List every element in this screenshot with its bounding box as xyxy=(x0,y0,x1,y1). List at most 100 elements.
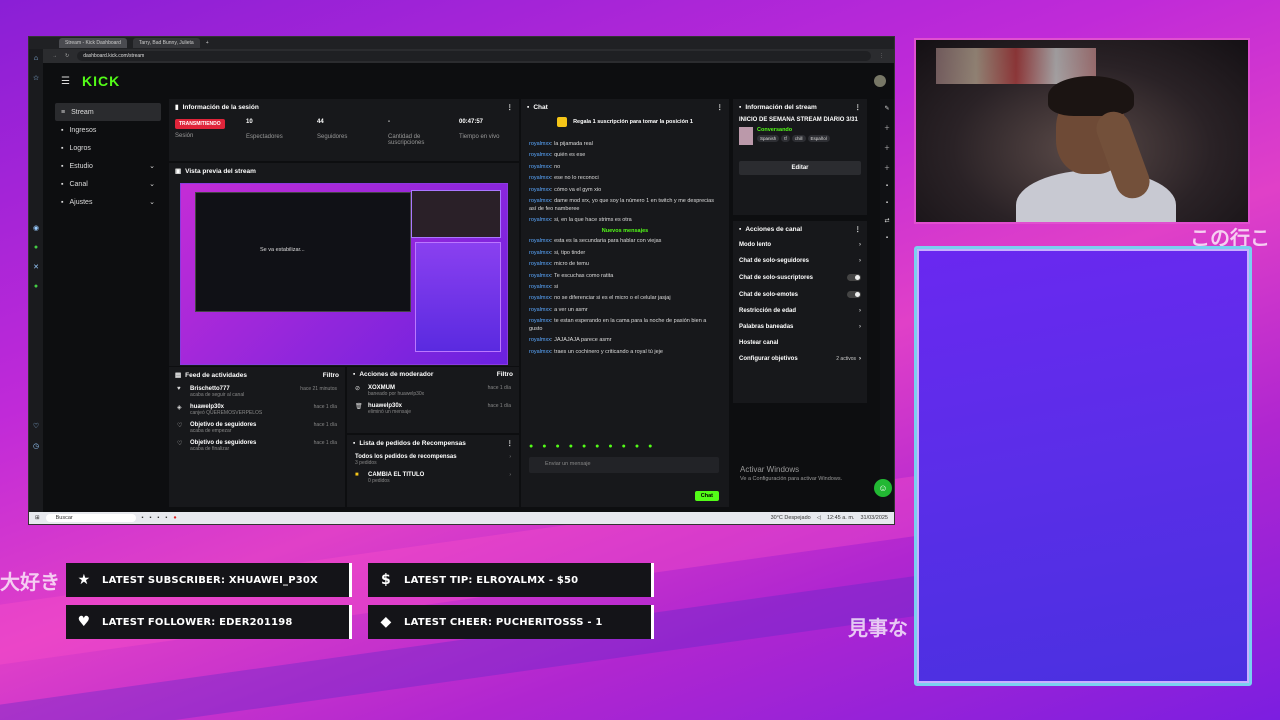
trash-icon: 🗑 xyxy=(355,404,363,410)
home-icon[interactable]: ⌂ xyxy=(34,55,38,62)
feed-time: hace 1 día xyxy=(313,404,337,410)
emote-icon[interactable]: ● xyxy=(635,443,639,450)
taskbar-app-icon[interactable]: ▪ xyxy=(165,515,167,521)
nav-item-stream[interactable]: ≡ Stream xyxy=(55,103,161,121)
nav-item-ajustes[interactable]: ▪ Ajustes ⌄ xyxy=(55,193,161,211)
age-restriction-row[interactable]: Restricción de edad › xyxy=(733,303,867,319)
more-icon[interactable]: ⋮ xyxy=(717,103,724,111)
chat-input[interactable]: Enviar un mensaje xyxy=(529,457,719,473)
more-icon[interactable]: ⋮ xyxy=(855,225,862,233)
heart-outline-icon: ♡ xyxy=(177,423,183,429)
coin-icon xyxy=(557,117,568,127)
weather-widget[interactable]: 30°C Despejado xyxy=(771,515,811,521)
nav-item-ingresos[interactable]: ▪ Ingresos xyxy=(55,121,161,139)
panel-header: ▣ Vista previa del stream xyxy=(169,163,519,179)
gift-icon: ▪ xyxy=(353,439,356,447)
stat-label: Cantidad de suscripciones xyxy=(388,134,425,146)
plus-icon[interactable]: ＋ xyxy=(884,163,890,172)
overlay-side-panel xyxy=(914,246,1252,686)
mod-sub: baneado por huawelp30x xyxy=(368,391,425,397)
chat-message: royalmxx: Te escuchas como ratita xyxy=(529,272,614,279)
chat-message: royalmxx: si, en la que hace strims es o… xyxy=(529,216,632,223)
filter-button[interactable]: Filtro xyxy=(323,372,339,379)
extensions-icon[interactable]: ⋮ xyxy=(879,53,884,59)
stream-tag: tf xyxy=(781,135,790,142)
slow-mode-row[interactable]: Modo lento › xyxy=(733,237,867,253)
chat-bubble-icon[interactable]: ▪ xyxy=(886,200,888,206)
more-icon[interactable]: ⋮ xyxy=(855,103,862,111)
dollar-icon: $ xyxy=(381,572,391,588)
more-icon[interactable]: ⋮ xyxy=(507,103,514,111)
taskbar-search[interactable]: Buscar xyxy=(45,514,136,522)
heart-icon[interactable]: ♡ xyxy=(33,422,39,430)
emote-icon[interactable]: ● xyxy=(542,443,546,450)
mod-time: hace 1 día xyxy=(487,385,511,391)
star-icon[interactable]: ☆ xyxy=(33,74,39,82)
subscribers-only-toggle[interactable] xyxy=(847,274,861,281)
emote-icon[interactable]: ● xyxy=(582,443,586,450)
x-icon[interactable]: ✕ xyxy=(33,263,39,271)
wrench-icon[interactable]: ▪ xyxy=(886,235,888,241)
rewards-all-item[interactable]: Todos los pedidos de recompensas 3 pedido… xyxy=(347,451,519,469)
plus-icon[interactable]: ＋ xyxy=(884,143,890,152)
chevron-down-icon: ⌄ xyxy=(149,163,155,170)
reward-item[interactable]: ■ CAMBIA EL TITULO 0 pedidos › xyxy=(347,469,519,487)
goals-row[interactable]: Configurar objetivos 2 activos › xyxy=(733,351,867,367)
forward-icon[interactable]: → xyxy=(52,53,57,59)
live-badge: TRANSMITIENDO xyxy=(175,119,225,129)
browser-tab-music[interactable]: Tarry, Bad Bunny, Julieta xyxy=(132,38,200,48)
emote-icon[interactable]: ● xyxy=(608,443,612,450)
trophy-icon: ▪ xyxy=(61,144,64,152)
support-fab-icon[interactable]: ☺ xyxy=(874,479,892,497)
pinned-gift-banner[interactable]: Regala 1 suscripción para tomar la posic… xyxy=(531,117,719,127)
taskbar-app-icon[interactable]: ▪ xyxy=(158,515,160,521)
emote-icon[interactable]: ● xyxy=(555,443,559,450)
filter-button[interactable]: Filtro xyxy=(497,371,513,378)
spotify-icon[interactable]: ● xyxy=(34,283,38,290)
emote-icon[interactable]: ● xyxy=(595,443,599,450)
pinned-text: Regala 1 suscripción para tomar la posic… xyxy=(573,119,693,125)
whatsapp-icon[interactable]: ● xyxy=(34,244,38,251)
stream-preview-video[interactable]: Se va estabilizar... xyxy=(180,183,508,365)
clock-icon[interactable]: ◷ xyxy=(33,442,39,450)
hamburger-menu-icon[interactable]: ☰ xyxy=(61,76,70,87)
taskbar-app-icon[interactable]: ● xyxy=(173,515,176,521)
new-tab-icon[interactable]: + xyxy=(206,40,209,46)
clock-time[interactable]: 12:45 a. m. xyxy=(827,515,855,521)
taskbar-app-icon[interactable]: ▪ xyxy=(150,515,152,521)
plus-icon[interactable]: ＋ xyxy=(884,123,890,132)
chat-send-button[interactable]: Chat xyxy=(694,491,719,501)
kick-header: ☰ KICK xyxy=(43,63,894,99)
kick-logo[interactable]: KICK xyxy=(82,73,120,89)
activity-feed-panel: ▤ Feed de actividades Filtro ♥ Brischett… xyxy=(169,367,345,507)
emote-icon[interactable]: ● xyxy=(622,443,626,450)
banned-words-row[interactable]: Palabras baneadas › xyxy=(733,319,867,335)
nav-label: Ingresos xyxy=(69,126,97,134)
trash-icon[interactable]: ▪ xyxy=(886,183,888,189)
viewers-stat: 10 Espectadores xyxy=(246,119,283,140)
nav-item-logros[interactable]: ▪ Logros xyxy=(55,139,161,157)
browser-tab-kick-dashboard[interactable]: Stream - Kick Dashboard xyxy=(59,38,127,48)
taskbar-app-icon[interactable]: ▪ xyxy=(142,515,144,521)
emotes-only-toggle[interactable] xyxy=(847,291,861,298)
reload-icon[interactable]: ↻ xyxy=(65,53,69,59)
volume-icon[interactable]: ◁ xyxy=(817,515,821,521)
url-input[interactable]: dashboard.kick.com/stream xyxy=(77,51,871,61)
clock-date[interactable]: 31/03/2025 xyxy=(860,515,888,521)
user-avatar[interactable] xyxy=(874,75,886,87)
wallet-icon: ▪ xyxy=(61,126,64,134)
host-channel-row[interactable]: Hostear canal xyxy=(733,335,867,351)
edit-stream-button[interactable]: Editar xyxy=(739,161,861,175)
panel-header: ▪ Acciones de moderador Filtro xyxy=(347,367,519,382)
nav-item-estudio[interactable]: ▪ Estudio ⌄ xyxy=(55,157,161,175)
emote-icon[interactable]: ● xyxy=(569,443,573,450)
messenger-icon[interactable]: ◉ xyxy=(33,224,39,232)
emote-icon[interactable]: ● xyxy=(648,443,652,450)
swap-icon[interactable]: ⇄ xyxy=(884,217,889,224)
more-icon[interactable]: ⋮ xyxy=(507,439,514,447)
emote-icon[interactable]: ● xyxy=(529,443,533,450)
pencil-icon[interactable]: ✎ xyxy=(884,105,889,112)
windows-start-icon[interactable]: ⊞ xyxy=(35,515,40,521)
followers-only-row[interactable]: Chat de solo-seguidores › xyxy=(733,253,867,269)
nav-item-canal[interactable]: ▪ Canal ⌄ xyxy=(55,175,161,193)
